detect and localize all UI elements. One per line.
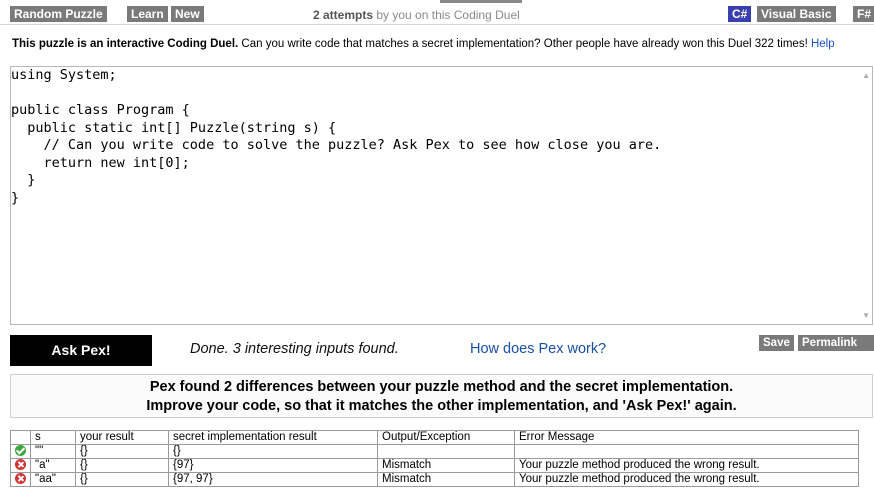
- table-header-row: s your result secret implementation resu…: [10, 430, 859, 445]
- attempts-info: 2 attempts by you on this Coding Duel: [313, 8, 520, 22]
- scroll-down-icon[interactable]: ▼: [862, 311, 870, 320]
- attempts-text: by you on this Coding Duel: [373, 8, 520, 22]
- col-output-header: Output/Exception: [377, 430, 515, 445]
- table-row: "aa" {} {97, 97} Mismatch Your puzzle me…: [10, 472, 859, 487]
- table-row: "a" {} {97} Mismatch Your puzzle method …: [10, 458, 859, 473]
- error-cell: Your puzzle method produced the wrong re…: [514, 472, 859, 487]
- input-cell: "": [30, 444, 76, 459]
- input-cell: "a": [30, 458, 76, 473]
- fail-icon: [15, 473, 26, 485]
- status-text: Done. 3 interesting inputs found.: [190, 341, 399, 357]
- random-puzzle-button[interactable]: Random Puzzle: [10, 6, 107, 22]
- col-s-header: s: [30, 430, 76, 445]
- code-text[interactable]: using System; public class Program { pub…: [11, 67, 661, 207]
- tab-visual-basic[interactable]: Visual Basic: [757, 6, 836, 22]
- output-cell: [377, 444, 515, 459]
- col-secret-result-header: secret implementation result: [168, 430, 378, 445]
- banner-line-2: Improve your code, so that it matches th…: [146, 398, 737, 414]
- banner-line-1: Pex found 2 differences between your puz…: [149, 379, 734, 395]
- secret-result-cell: {}: [168, 444, 378, 459]
- col-error-header: Error Message: [514, 430, 859, 445]
- save-button[interactable]: Save: [759, 335, 794, 351]
- output-cell: Mismatch: [377, 472, 515, 487]
- fail-icon: [15, 459, 26, 471]
- your-result-cell: {}: [75, 444, 169, 459]
- status-cell: [10, 472, 31, 487]
- new-button[interactable]: New: [171, 6, 204, 22]
- your-result-cell: {}: [75, 458, 169, 473]
- output-cell: Mismatch: [377, 458, 515, 473]
- attempts-count: 2 attempts: [313, 8, 374, 22]
- code-editor[interactable]: using System; public class Program { pub…: [10, 66, 873, 325]
- results-table: s your result secret implementation resu…: [10, 430, 859, 487]
- status-cell: [10, 458, 31, 473]
- error-cell: [514, 444, 859, 459]
- secret-result-cell: {97}: [168, 458, 378, 473]
- top-bar: Random Puzzle Learn New 2 attempts by yo…: [0, 0, 874, 25]
- intro-text: This puzzle is an interactive Coding Due…: [12, 37, 872, 51]
- error-cell: Your puzzle method produced the wrong re…: [514, 458, 859, 473]
- results-banner: Pex found 2 differences between your puz…: [10, 374, 873, 418]
- permalink-button[interactable]: Permalink: [798, 335, 874, 351]
- tab-csharp[interactable]: C#: [728, 6, 752, 22]
- col-status-header: [10, 430, 31, 445]
- status-cell: [10, 444, 31, 459]
- col-your-result-header: your result: [75, 430, 169, 445]
- your-result-cell: {}: [75, 472, 169, 487]
- input-cell: "aa": [30, 472, 76, 487]
- learn-button[interactable]: Learn: [127, 6, 168, 22]
- tab-fsharp[interactable]: F#: [853, 6, 874, 22]
- ask-pex-button[interactable]: Ask Pex!: [10, 335, 152, 366]
- intro-body: Can you write code that matches a secret…: [238, 38, 808, 50]
- help-link[interactable]: Help: [811, 38, 835, 50]
- secret-result-cell: {97, 97}: [168, 472, 378, 487]
- table-row: "" {} {}: [10, 444, 859, 459]
- intro-bold: This puzzle is an interactive Coding Due…: [12, 38, 239, 50]
- how-pex-works-link[interactable]: How does Pex work?: [470, 341, 606, 357]
- scroll-up-icon[interactable]: ▲: [862, 71, 870, 80]
- top-divider: [440, 0, 522, 3]
- pass-icon: [15, 445, 26, 457]
